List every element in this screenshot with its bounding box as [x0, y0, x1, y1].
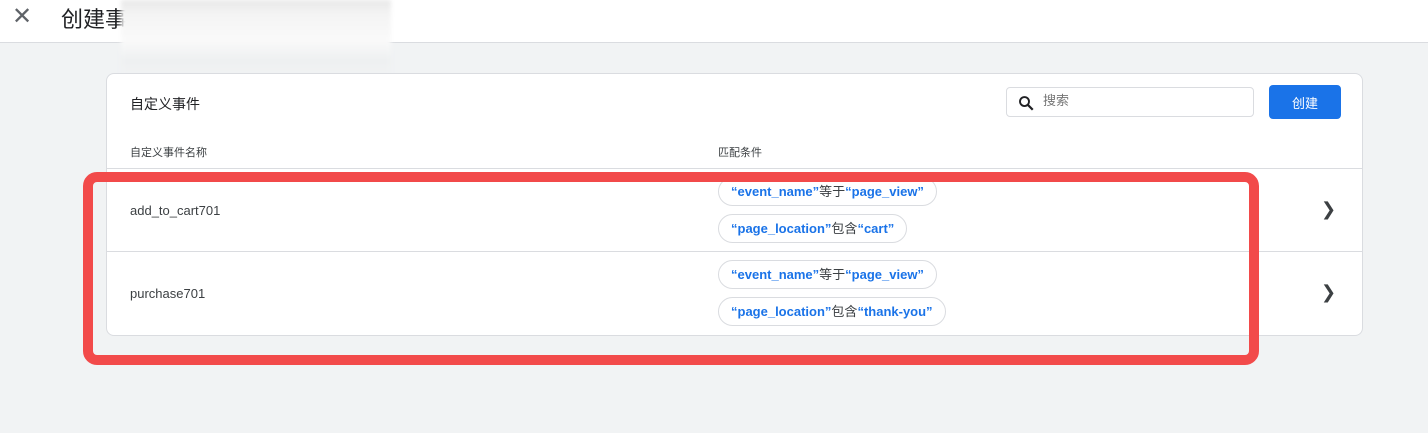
page-title: 创建事 — [61, 7, 128, 32]
column-header-conditions: 匹配条件 — [718, 147, 762, 159]
search-input[interactable] — [1043, 93, 1243, 108]
create-button[interactable]: 创建 — [1269, 85, 1341, 119]
chevron-right-icon[interactable]: ❯ — [1321, 199, 1336, 220]
chevron-right-icon[interactable]: ❯ — [1321, 282, 1336, 303]
card-title: 自定义事件 — [130, 96, 200, 112]
search-icon — [1019, 96, 1034, 111]
highlight-box — [83, 172, 1259, 365]
close-icon[interactable]: ✕ — [12, 2, 32, 31]
search-box[interactable] — [1006, 87, 1254, 117]
column-header-name: 自定义事件名称 — [130, 147, 207, 159]
